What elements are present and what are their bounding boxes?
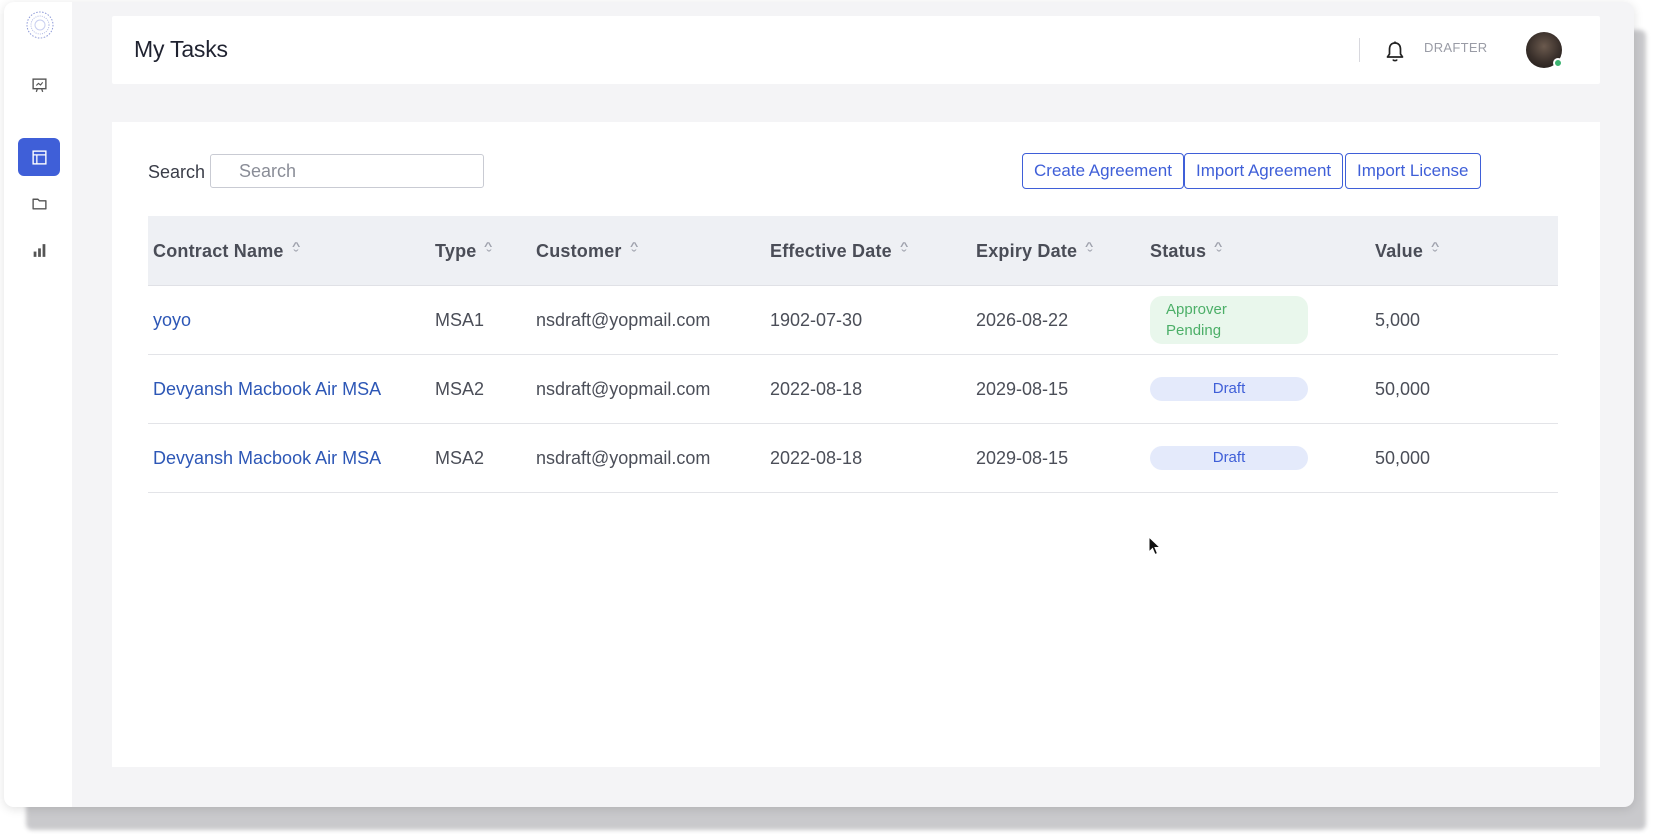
expiry-date: 2029-08-15 xyxy=(976,448,1069,468)
column-header-expiry-date[interactable]: Expiry Date ^ ˇ xyxy=(976,216,1094,286)
table-row[interactable]: yoyo MSA1 nsdraft@yopmail.com 1902-07-30… xyxy=(148,286,1558,355)
contracts-table: Contract Name ^ ˇ Type ^ ˇ Customer ^ ˇ Eff… xyxy=(148,216,1558,493)
column-label: Customer xyxy=(536,240,622,261)
status-badge-line: Approver xyxy=(1166,301,1227,318)
column-header-customer[interactable]: Customer ^ ˇ xyxy=(536,216,638,286)
document-list-icon xyxy=(31,149,47,165)
presentation-icon xyxy=(31,77,47,92)
contract-value: 50,000 xyxy=(1375,448,1431,468)
column-header-value[interactable]: Value ^ ˇ xyxy=(1375,216,1439,286)
mouse-cursor-icon xyxy=(1148,536,1162,556)
sort-icon[interactable]: ^ ˇ xyxy=(292,242,300,261)
import-agreement-button[interactable]: Import Agreement xyxy=(1184,153,1344,189)
table-row[interactable]: Devyansh Macbook Air MSA MSA2 nsdraft@yo… xyxy=(148,424,1558,493)
header-divider xyxy=(1359,38,1360,62)
status-badge: Draft xyxy=(1150,377,1308,401)
expiry-date: 2026-08-22 xyxy=(976,310,1069,330)
page-title: My Tasks xyxy=(134,36,228,62)
customer-email: nsdraft@yopmail.com xyxy=(536,310,711,330)
customer-email: nsdraft@yopmail.com xyxy=(536,448,711,468)
sidebar-item-tasks[interactable] xyxy=(18,138,60,176)
sidebar-item-reports[interactable] xyxy=(18,231,60,269)
column-label: Contract Name xyxy=(153,240,284,261)
sidebar-item-folders[interactable] xyxy=(18,184,60,222)
online-status-icon xyxy=(1553,58,1563,68)
table-header: Contract Name ^ ˇ Type ^ ˇ Customer ^ ˇ Eff… xyxy=(148,216,1558,286)
customer-email: nsdraft@yopmail.com xyxy=(536,379,711,399)
column-header-status[interactable]: Status ^ ˇ xyxy=(1150,216,1223,286)
column-header-type[interactable]: Type ^ ˇ xyxy=(435,216,493,286)
import-license-button[interactable]: Import License xyxy=(1345,153,1481,189)
folder-icon xyxy=(31,198,47,210)
contract-value: 50,000 xyxy=(1375,379,1431,399)
contract-type: MSA2 xyxy=(435,448,485,468)
status-badge: Approver Pending xyxy=(1150,296,1308,344)
column-label: Status xyxy=(1150,240,1207,261)
sort-icon[interactable]: ^ ˇ xyxy=(1214,242,1222,261)
sort-icon[interactable]: ^ ˇ xyxy=(484,242,492,261)
column-label: Type xyxy=(435,240,477,261)
bell-icon[interactable] xyxy=(1384,40,1406,64)
sort-icon[interactable]: ^ ˇ xyxy=(1085,242,1093,261)
table-row[interactable]: Devyansh Macbook Air MSA MSA2 nsdraft@yo… xyxy=(148,355,1558,424)
effective-date: 2022-08-18 xyxy=(770,379,863,399)
expiry-date: 2029-08-15 xyxy=(976,379,1069,399)
bar-chart-icon xyxy=(33,243,45,257)
user-role-label: DRAFTER xyxy=(1424,40,1488,55)
effective-date: 2022-08-18 xyxy=(770,448,863,468)
status-badge: Draft xyxy=(1150,446,1308,470)
contract-type: MSA2 xyxy=(435,379,485,399)
sort-icon[interactable]: ^ ˇ xyxy=(1431,242,1439,261)
contract-name-link[interactable]: Devyansh Macbook Air MSA xyxy=(153,355,381,424)
column-header-contract-name[interactable]: Contract Name ^ ˇ xyxy=(153,216,300,286)
status-badge-line: Pending xyxy=(1166,322,1222,339)
contract-name-link[interactable]: Devyansh Macbook Air MSA xyxy=(153,424,381,493)
logo-icon xyxy=(23,8,57,42)
tasks-panel: Search Create Agreement Import Agreement… xyxy=(112,122,1600,767)
sidebar xyxy=(4,2,72,807)
column-label: Effective Date xyxy=(770,240,892,261)
search-label: Search xyxy=(148,162,206,182)
column-label: Value xyxy=(1375,240,1424,261)
create-agreement-button[interactable]: Create Agreement xyxy=(1022,153,1184,189)
column-label: Expiry Date xyxy=(976,240,1078,261)
contract-value: 5,000 xyxy=(1375,310,1421,330)
sort-icon[interactable]: ^ ˇ xyxy=(630,242,638,261)
header-bar: My Tasks DRAFTER xyxy=(112,16,1600,84)
app-window: My Tasks DRAFTER Search Create Agreement… xyxy=(4,2,1634,807)
search-input[interactable] xyxy=(210,154,484,188)
sort-icon[interactable]: ^ ˇ xyxy=(900,242,908,261)
effective-date: 1902-07-30 xyxy=(770,310,863,330)
contract-name-link[interactable]: yoyo xyxy=(153,286,191,355)
contract-type: MSA1 xyxy=(435,310,485,330)
avatar[interactable] xyxy=(1526,32,1563,68)
sidebar-item-presentation[interactable] xyxy=(18,66,60,104)
column-header-effective-date[interactable]: Effective Date ^ ˇ xyxy=(770,216,908,286)
